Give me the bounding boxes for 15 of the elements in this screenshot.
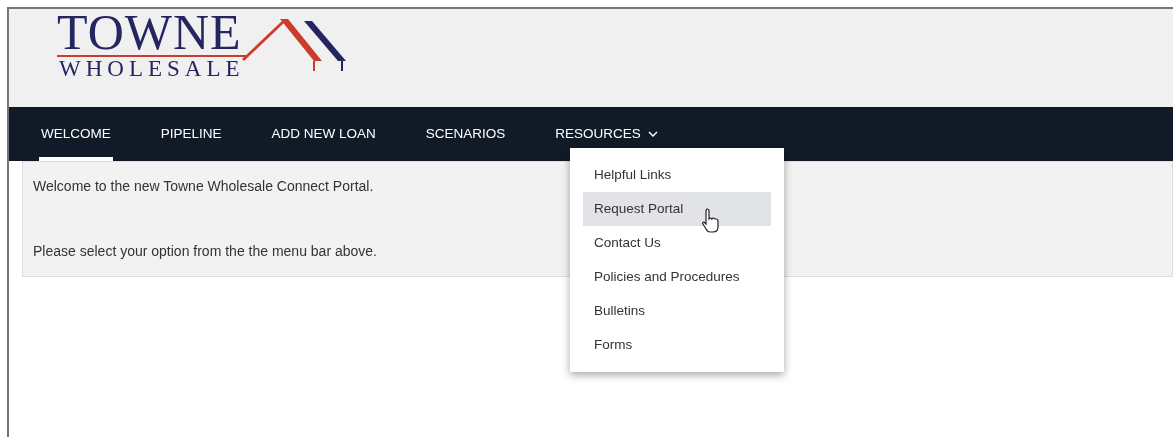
nav-tab[interactable]: ADD NEW LOAN: [269, 107, 378, 161]
menu-item[interactable]: Bulletins: [583, 294, 771, 328]
chevron-down-icon: [647, 131, 658, 137]
menu-item[interactable]: Forms: [583, 328, 771, 362]
message-text: Please select your option from the the menu bar above.: [33, 242, 377, 261]
hand-cursor-icon: [701, 207, 721, 233]
logo-title: TOWNE: [57, 9, 246, 57]
nav-tab[interactable]: PIPELINE: [158, 107, 224, 161]
menu-item[interactable]: Policies and Procedures: [583, 260, 771, 294]
message-text: Welcome to the new Towne Wholesale Connect Portal.: [33, 177, 374, 196]
nav-tab[interactable]: SCENARIOS: [423, 107, 508, 161]
menu-item[interactable]: Request Portal: [583, 192, 771, 226]
menu-item[interactable]: Helpful Links: [583, 158, 771, 192]
menu-item[interactable]: Contact Us: [583, 226, 771, 260]
logo-subtitle: WHOLESALE: [58, 57, 246, 81]
